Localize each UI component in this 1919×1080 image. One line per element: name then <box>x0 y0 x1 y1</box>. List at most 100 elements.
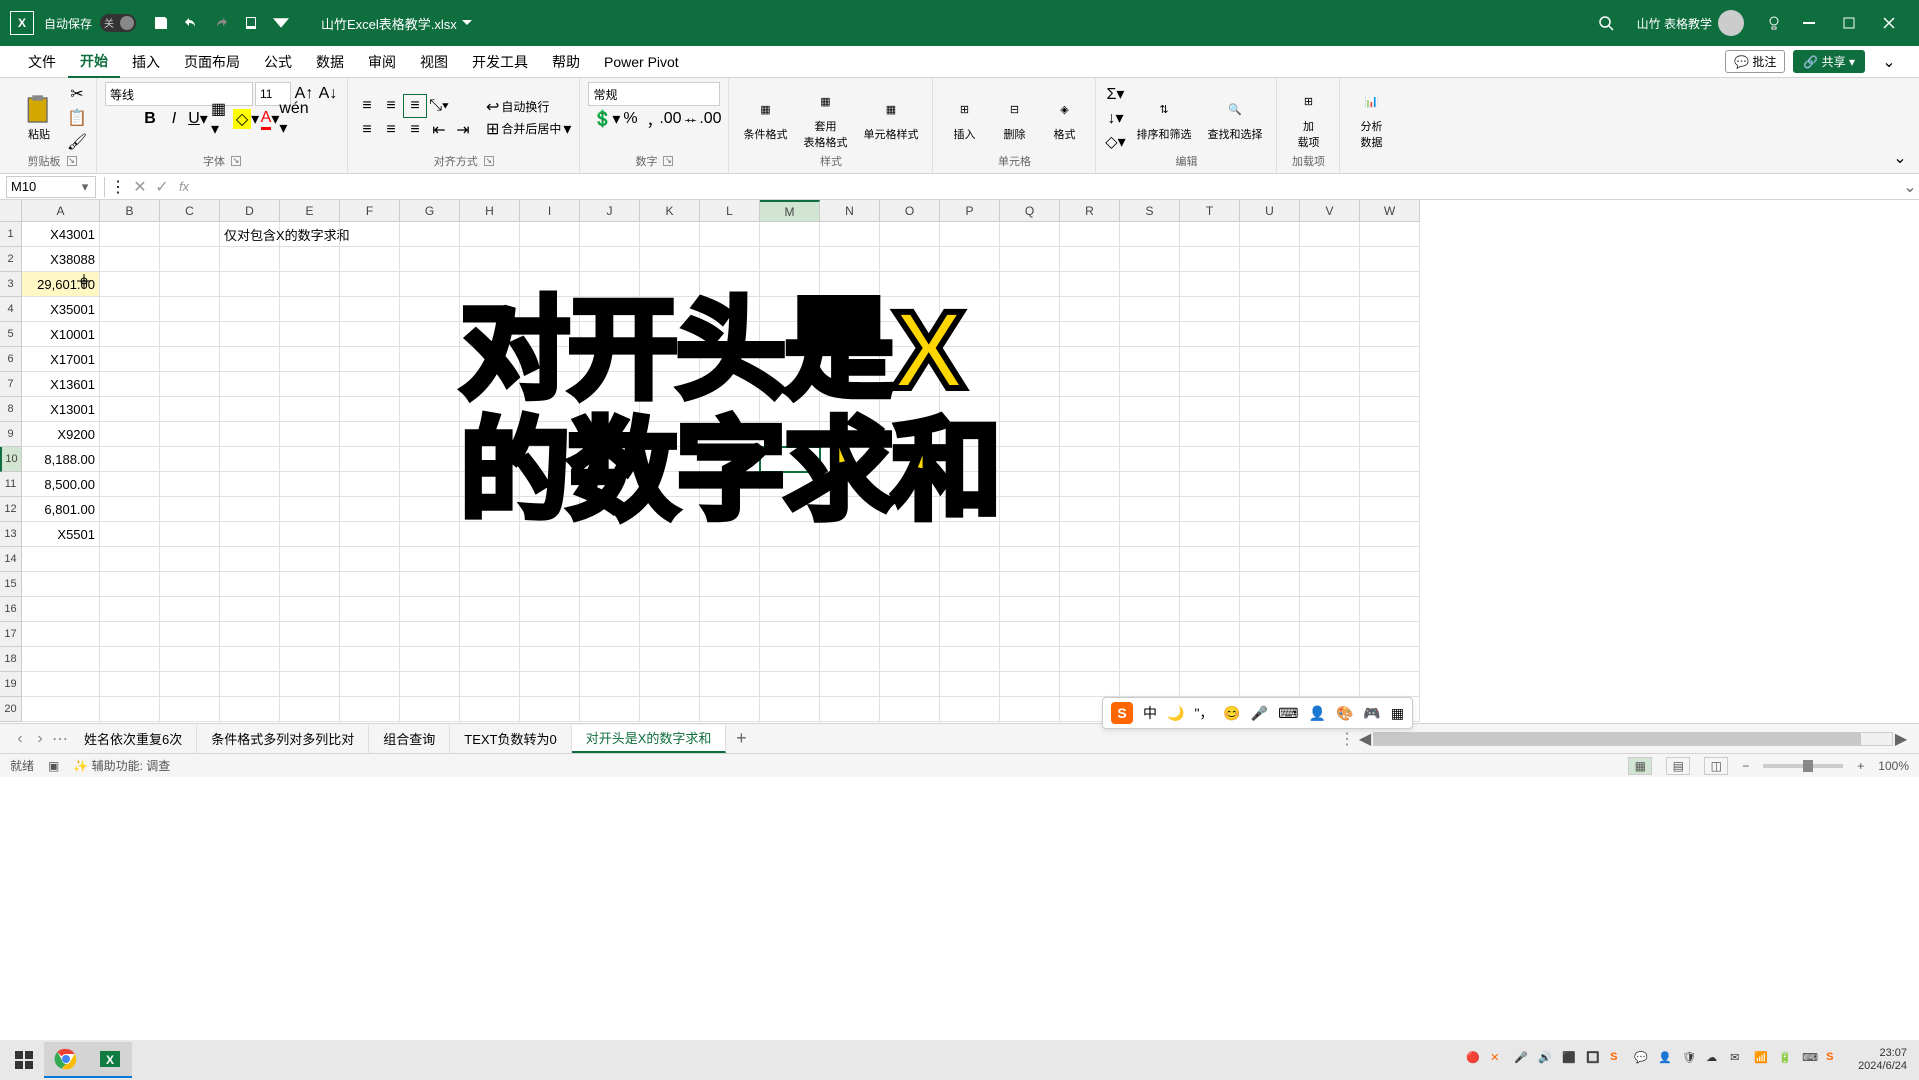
battery-tray-icon[interactable]: 🔋 <box>1778 1051 1796 1069</box>
cell-O4[interactable] <box>880 297 940 322</box>
cell-H15[interactable] <box>460 572 520 597</box>
cell-I16[interactable] <box>520 597 580 622</box>
cell-D9[interactable] <box>220 422 280 447</box>
paste-button[interactable]: 粘贴 <box>16 92 62 144</box>
cell-K13[interactable] <box>640 522 700 547</box>
align-right-icon[interactable]: ≡ <box>404 119 426 141</box>
cell-M17[interactable] <box>760 622 820 647</box>
cell-O18[interactable] <box>880 647 940 672</box>
cell-R2[interactable] <box>1060 247 1120 272</box>
cancel-formula-icon[interactable]: ✕ <box>129 176 151 198</box>
share-button[interactable]: 🔗 共享 ▾ <box>1793 50 1865 73</box>
cell-M10[interactable] <box>760 447 820 472</box>
cell-J19[interactable] <box>580 672 640 697</box>
security-tray-icon[interactable]: 🛡 <box>1682 1051 1700 1069</box>
cell-J5[interactable] <box>580 322 640 347</box>
cell-U9[interactable] <box>1240 422 1300 447</box>
find-select-button[interactable]: 🔍查找和选择 <box>1201 92 1268 144</box>
cell-V14[interactable] <box>1300 547 1360 572</box>
cell-G12[interactable] <box>400 497 460 522</box>
cell-N10[interactable] <box>820 447 880 472</box>
col-header-N[interactable]: N <box>820 200 880 222</box>
cell-A4[interactable]: X35001 <box>22 297 100 322</box>
cell-I12[interactable] <box>520 497 580 522</box>
cell-U10[interactable] <box>1240 447 1300 472</box>
cell-F13[interactable] <box>340 522 400 547</box>
cell-E9[interactable] <box>280 422 340 447</box>
cell-T16[interactable] <box>1180 597 1240 622</box>
cell-L10[interactable] <box>700 447 760 472</box>
cell-C10[interactable] <box>160 447 220 472</box>
cell-B18[interactable] <box>100 647 160 672</box>
tab-home[interactable]: 开始 <box>68 46 120 78</box>
cell-B1[interactable] <box>100 222 160 247</box>
cell-M12[interactable] <box>760 497 820 522</box>
cell-L6[interactable] <box>700 347 760 372</box>
cell-I2[interactable] <box>520 247 580 272</box>
col-header-S[interactable]: S <box>1120 200 1180 222</box>
system-clock[interactable]: 23:07 2024/6/24 <box>1850 1047 1915 1073</box>
cell-A6[interactable]: X17001 <box>22 347 100 372</box>
cell-L11[interactable] <box>700 472 760 497</box>
cell-D13[interactable] <box>220 522 280 547</box>
spreadsheet-grid[interactable]: ABCDEFGHIJKLMNOPQRSTUVW 1234567891011121… <box>0 200 1919 723</box>
cell-H20[interactable] <box>460 697 520 722</box>
cell-W17[interactable] <box>1360 622 1420 647</box>
cell-N2[interactable] <box>820 247 880 272</box>
cell-H5[interactable] <box>460 322 520 347</box>
cell-Q1[interactable] <box>1000 222 1060 247</box>
cell-M3[interactable] <box>760 272 820 297</box>
cell-W2[interactable] <box>1360 247 1420 272</box>
cell-C16[interactable] <box>160 597 220 622</box>
cell-O14[interactable] <box>880 547 940 572</box>
cell-N8[interactable] <box>820 397 880 422</box>
cell-V4[interactable] <box>1300 297 1360 322</box>
cell-P7[interactable] <box>940 372 1000 397</box>
cell-L12[interactable] <box>700 497 760 522</box>
row-header-2[interactable]: 2 <box>0 247 22 272</box>
cell-N6[interactable] <box>820 347 880 372</box>
cell-H12[interactable] <box>460 497 520 522</box>
cell-Q18[interactable] <box>1000 647 1060 672</box>
cell-N14[interactable] <box>820 547 880 572</box>
cell-G20[interactable] <box>400 697 460 722</box>
cell-N20[interactable] <box>820 697 880 722</box>
align-left-icon[interactable]: ≡ <box>356 119 378 141</box>
cell-R12[interactable] <box>1060 497 1120 522</box>
cell-P3[interactable] <box>940 272 1000 297</box>
cell-U7[interactable] <box>1240 372 1300 397</box>
start-button[interactable] <box>4 1040 44 1080</box>
cell-I13[interactable] <box>520 522 580 547</box>
cell-I10[interactable] <box>520 447 580 472</box>
cell-G3[interactable] <box>400 272 460 297</box>
cell-A10[interactable]: 8,188.00 <box>22 447 100 472</box>
cell-K14[interactable] <box>640 547 700 572</box>
maximize-button[interactable] <box>1829 8 1869 38</box>
cell-U18[interactable] <box>1240 647 1300 672</box>
cell-E16[interactable] <box>280 597 340 622</box>
cell-W12[interactable] <box>1360 497 1420 522</box>
cell-I5[interactable] <box>520 322 580 347</box>
cell-H13[interactable] <box>460 522 520 547</box>
cell-N11[interactable] <box>820 472 880 497</box>
cell-V16[interactable] <box>1300 597 1360 622</box>
cell-F1[interactable] <box>340 222 400 247</box>
cell-T8[interactable] <box>1180 397 1240 422</box>
format-painter-icon[interactable]: 🖌 <box>66 131 88 153</box>
cell-C11[interactable] <box>160 472 220 497</box>
cell-M2[interactable] <box>760 247 820 272</box>
cell-C7[interactable] <box>160 372 220 397</box>
delete-cells-button[interactable]: ⊟删除 <box>991 92 1037 144</box>
cell-R17[interactable] <box>1060 622 1120 647</box>
sogou-logo-icon[interactable]: S <box>1111 702 1133 724</box>
sheet-tab-1[interactable]: 姓名依次重复6次 <box>70 725 197 753</box>
cell-P19[interactable] <box>940 672 1000 697</box>
cell-V2[interactable] <box>1300 247 1360 272</box>
cell-F18[interactable] <box>340 647 400 672</box>
volume-tray-icon[interactable]: 🔊 <box>1538 1051 1556 1069</box>
row-header-18[interactable]: 18 <box>0 647 22 672</box>
cell-H6[interactable] <box>460 347 520 372</box>
cell-T7[interactable] <box>1180 372 1240 397</box>
cell-U19[interactable] <box>1240 672 1300 697</box>
cell-B19[interactable] <box>100 672 160 697</box>
